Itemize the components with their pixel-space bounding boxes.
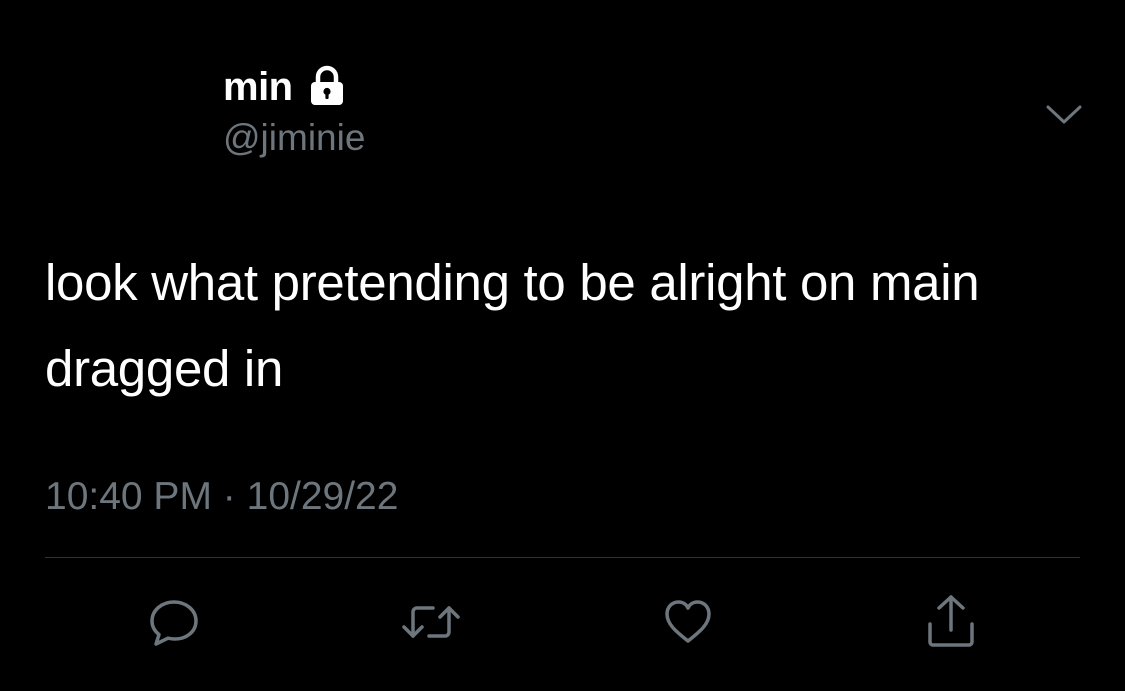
- heart-icon: [660, 594, 716, 650]
- tweet-author[interactable]: min @jiminie: [223, 62, 365, 160]
- handle[interactable]: @jiminie: [223, 116, 365, 160]
- tweet-time: 10:40 PM: [45, 475, 212, 518]
- reply-icon: [146, 594, 202, 650]
- tweet-text: look what pretending to be alright on ma…: [45, 254, 980, 397]
- share-icon: [921, 592, 981, 652]
- retweet-icon: [399, 594, 463, 650]
- lock-icon: [307, 63, 347, 107]
- reply-button[interactable]: [144, 592, 204, 652]
- tweet: min @jiminie look what pretending to be …: [0, 0, 1125, 691]
- chevron-down-icon[interactable]: [1044, 100, 1084, 130]
- name-row: min: [223, 62, 365, 112]
- like-button[interactable]: [658, 592, 718, 652]
- divider: [45, 557, 1080, 558]
- meta-separator: ·: [222, 475, 236, 518]
- share-button[interactable]: [921, 592, 981, 652]
- tweet-timestamp[interactable]: 10:40 PM · 10/29/22: [45, 470, 398, 524]
- display-name[interactable]: min: [223, 62, 293, 112]
- retweet-button[interactable]: [401, 592, 461, 652]
- tweet-date: 10/29/22: [246, 475, 399, 518]
